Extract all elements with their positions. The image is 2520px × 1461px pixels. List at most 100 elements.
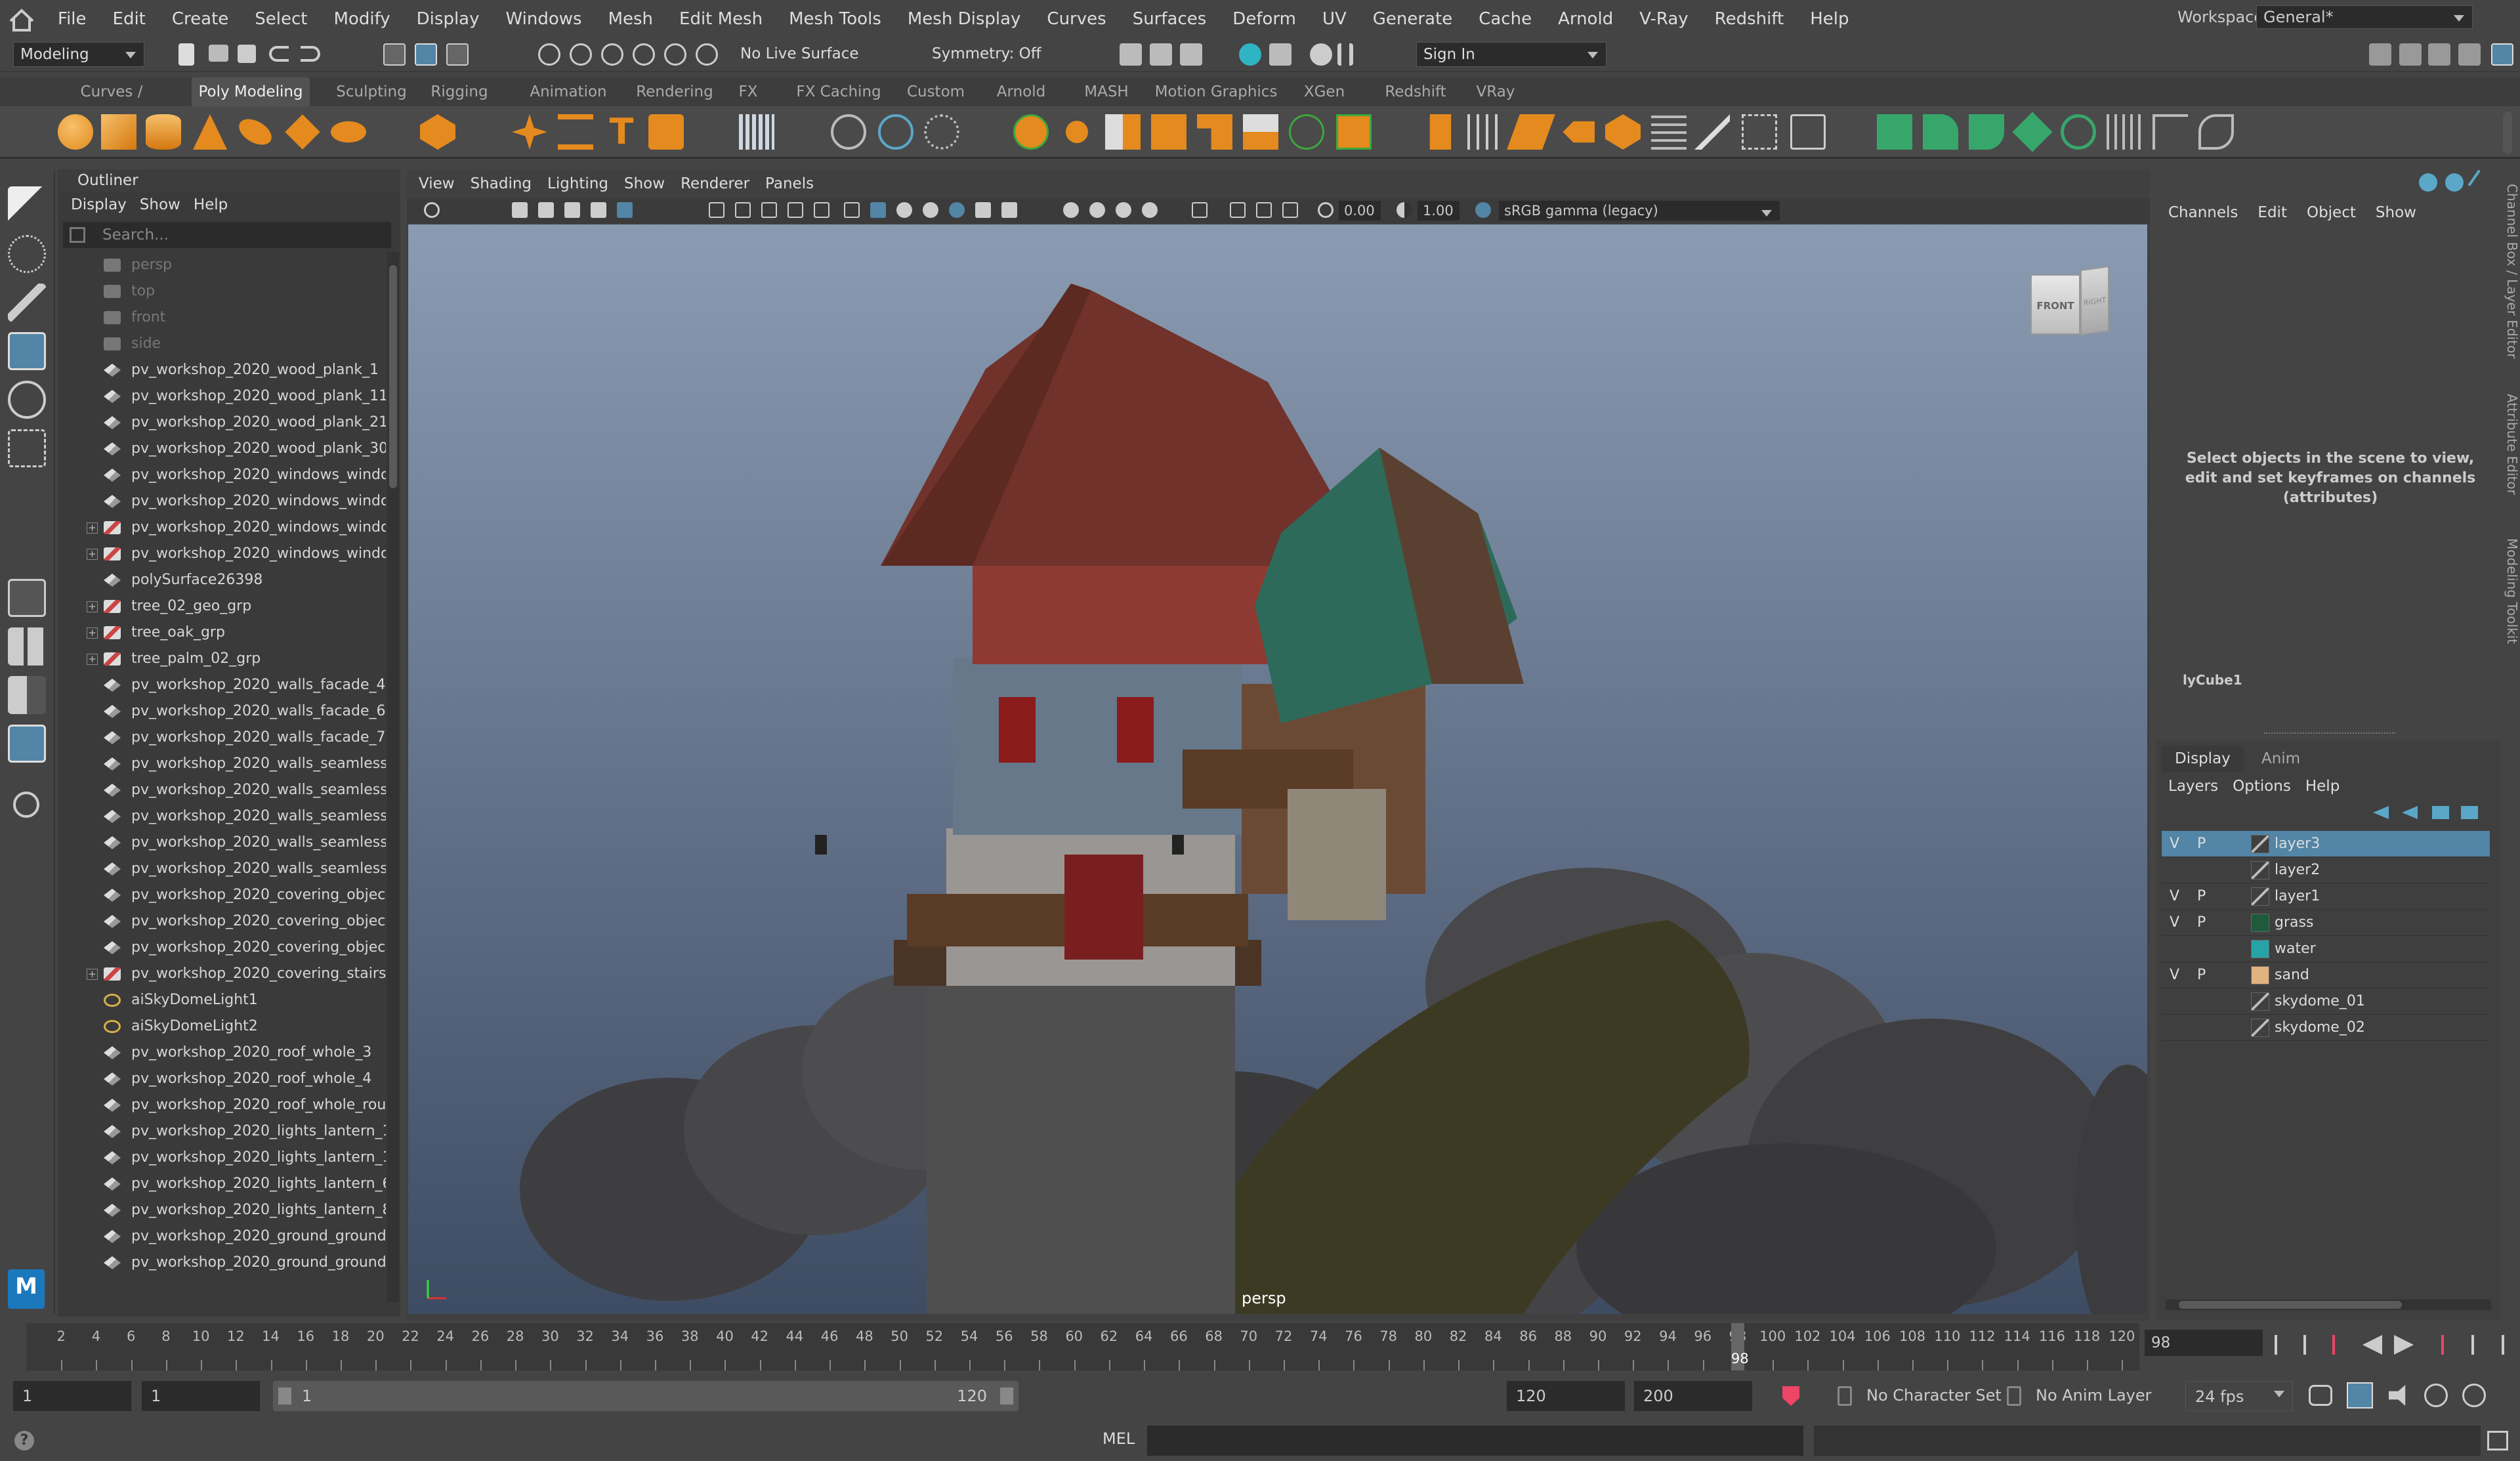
two-d-pan-zoom-icon[interactable] (564, 202, 580, 218)
redo-icon[interactable] (301, 46, 320, 62)
attribute-editor-toggle-icon[interactable] (2428, 43, 2450, 66)
use-all-lights-icon[interactable] (923, 202, 938, 218)
layer-playback-toggle[interactable]: P (2197, 831, 2210, 857)
layer-editor-menu-layers[interactable]: Layers (2168, 778, 2218, 795)
layer-editor-menu-help[interactable]: Help (2305, 778, 2340, 795)
menu-create[interactable]: Create (159, 0, 242, 38)
xray-joints-icon[interactable] (1001, 202, 1017, 218)
outliner-item[interactable]: pv_workshop_2020_wood_plank_1 (58, 357, 386, 383)
channel-box-toggle-icon[interactable] (2491, 43, 2513, 66)
bevel-edge-icon[interactable] (1507, 114, 1555, 150)
perspective-viewport[interactable]: FRONT RIGHT persp (408, 224, 2147, 1314)
layer-color-swatch[interactable] (2251, 861, 2269, 879)
animation-end-field[interactable]: 200 (1634, 1381, 1752, 1411)
menu-mesh-tools[interactable]: Mesh Tools (776, 0, 894, 38)
outliner-item[interactable]: + pv_workshop_2020_windows_window_4 (58, 541, 386, 567)
menu-mesh[interactable]: Mesh (595, 0, 666, 38)
current-frame-marker[interactable]: 98 (1731, 1323, 1749, 1370)
outliner-item[interactable]: pv_workshop_2020_windows_window_3 (58, 488, 386, 515)
outliner-scrollbar[interactable] (387, 252, 399, 1302)
duplicate-face-icon[interactable] (1336, 114, 1372, 150)
new-layer-from-selection-icon[interactable] (2461, 806, 2478, 819)
menu-set-dropdown[interactable]: Modeling (13, 42, 144, 67)
time-ruler[interactable]: 2 4 6 8 10 12 14 16 18 20 22 24 26 28 30 32 34 36 38 40 42 44… (26, 1323, 2139, 1370)
shelf-tab-poly-modeling[interactable]: Poly Modeling (192, 77, 310, 106)
menu-edit[interactable]: Edit (100, 0, 159, 38)
layer-color-swatch[interactable] (2251, 914, 2269, 932)
outliner-item[interactable]: pv_workshop_2020_ground_ground_3 (58, 1250, 386, 1276)
super-shape-icon[interactable] (512, 114, 547, 150)
target-weld-icon[interactable] (1651, 114, 1687, 150)
outliner-item[interactable]: pv_workshop_2020_wood_plank_21 (58, 410, 386, 436)
textured-icon[interactable] (896, 202, 912, 218)
poly-sphere-icon[interactable] (58, 114, 93, 150)
new-layer-icon[interactable] (2432, 806, 2449, 819)
step-back-key-icon[interactable] (2332, 1335, 2352, 1355)
single-perspective-layout-icon[interactable] (8, 579, 46, 617)
layer-color-swatch[interactable] (2251, 1019, 2269, 1037)
append-polygon-icon[interactable] (1563, 121, 1595, 143)
outliner-item[interactable]: pv_workshop_2020_roof_whole_4 (58, 1066, 386, 1092)
script-editor-icon[interactable] (2487, 1431, 2508, 1450)
depth-of-field-icon[interactable] (1142, 202, 1158, 218)
layer-row[interactable]: V Player3 (2162, 831, 2490, 857)
grease-pencil-icon[interactable] (591, 202, 606, 218)
uv-layout-icon[interactable] (2012, 112, 2053, 152)
character-set-dropdown[interactable]: No Character Set (1866, 1386, 2002, 1405)
channel-box-menu-channels[interactable]: Channels (2168, 204, 2238, 221)
scene-panel-icon[interactable] (2399, 43, 2422, 66)
tab-display[interactable]: Display (2162, 746, 2244, 772)
snap-surface-icon[interactable] (664, 43, 686, 66)
open-scene-icon[interactable] (209, 45, 228, 62)
extract-icon[interactable] (1289, 114, 1324, 150)
expand-icon[interactable]: + (87, 549, 98, 560)
gamma-field[interactable]: 1.00 (1418, 201, 1460, 221)
undo-icon[interactable] (269, 46, 289, 62)
current-frame-field[interactable]: 98 (2145, 1330, 2263, 1356)
outliner-item[interactable]: pv_workshop_2020_covering_object_26 (58, 935, 386, 961)
shelf-tab-sculpting[interactable]: Sculpting (324, 77, 419, 106)
animation-start-field[interactable]: 1 (13, 1381, 131, 1411)
film-gate-icon[interactable] (709, 202, 724, 218)
outliner-item[interactable]: pv_workshop_2020_walls_seamless_13 (58, 830, 386, 856)
outliner-item[interactable]: pv_workshop_2020_lights_lantern_8 (58, 1197, 386, 1223)
layer-visibility-toggle[interactable]: V (2170, 962, 2183, 988)
loop-icon[interactable] (2309, 1385, 2332, 1406)
persp-outliner-layout-icon[interactable] (8, 676, 46, 714)
menu-curves[interactable]: Curves (1034, 0, 1119, 38)
boolean-difference-icon[interactable] (1197, 114, 1232, 150)
shelf-scrollbar[interactable] (2503, 112, 2512, 154)
outliner-item[interactable]: pv_workshop_2020_windows_window_1 (58, 462, 386, 488)
cache-playback-icon[interactable] (2347, 1382, 2373, 1408)
menu-edit-mesh[interactable]: Edit Mesh (666, 0, 776, 38)
layer-row[interactable]: V Player1 (2162, 883, 2490, 910)
exposure-field[interactable]: 0.00 (1339, 201, 1381, 221)
layer-visibility-toggle[interactable]: V (2170, 883, 2183, 910)
shelf-tab-motion-graphics[interactable]: Motion Graphics (1154, 77, 1278, 106)
tab-channel-box-layer-editor[interactable]: Channel Box / Layer Editor (2502, 184, 2520, 368)
viewport-menu-show[interactable]: Show (624, 175, 665, 192)
field-chart-icon[interactable] (788, 202, 803, 218)
outliner-item[interactable]: pv_workshop_2020_walls_seamless_4 (58, 777, 386, 803)
uv-sew-icon[interactable] (1969, 114, 2004, 150)
layer-editor-scrollbar[interactable] (2166, 1300, 2491, 1310)
outliner-item[interactable]: + tree_palm_02_grp (58, 646, 386, 672)
outliner-item[interactable]: pv_workshop_2020_walls_facade_6 (58, 698, 386, 725)
motion-blur-icon[interactable] (1089, 202, 1105, 218)
step-forward-key-icon[interactable] (2424, 1335, 2444, 1355)
bridge-icon[interactable] (878, 114, 914, 150)
mirror-icon[interactable] (1243, 114, 1278, 150)
expand-icon[interactable]: + (87, 654, 98, 665)
layer-color-swatch[interactable] (2251, 835, 2269, 853)
go-to-start-icon[interactable] (2275, 1335, 2294, 1355)
viewport-menu-view[interactable]: View (419, 175, 455, 192)
playback-end-field[interactable]: 120 (1507, 1381, 1625, 1411)
layer-row[interactable]: layer2 (2162, 857, 2490, 883)
outliner-item[interactable]: + pv_workshop_2020_windows_window_5 (58, 515, 386, 541)
slide-edge-icon[interactable] (1790, 114, 1826, 150)
outliner-item[interactable]: aiSkyDomeLight1 (58, 987, 386, 1013)
select-hierarchy-icon[interactable] (383, 43, 406, 66)
poly-disc-icon[interactable] (331, 121, 366, 143)
pause-icon[interactable] (1337, 43, 1353, 66)
render-view-icon[interactable] (1120, 43, 1142, 66)
